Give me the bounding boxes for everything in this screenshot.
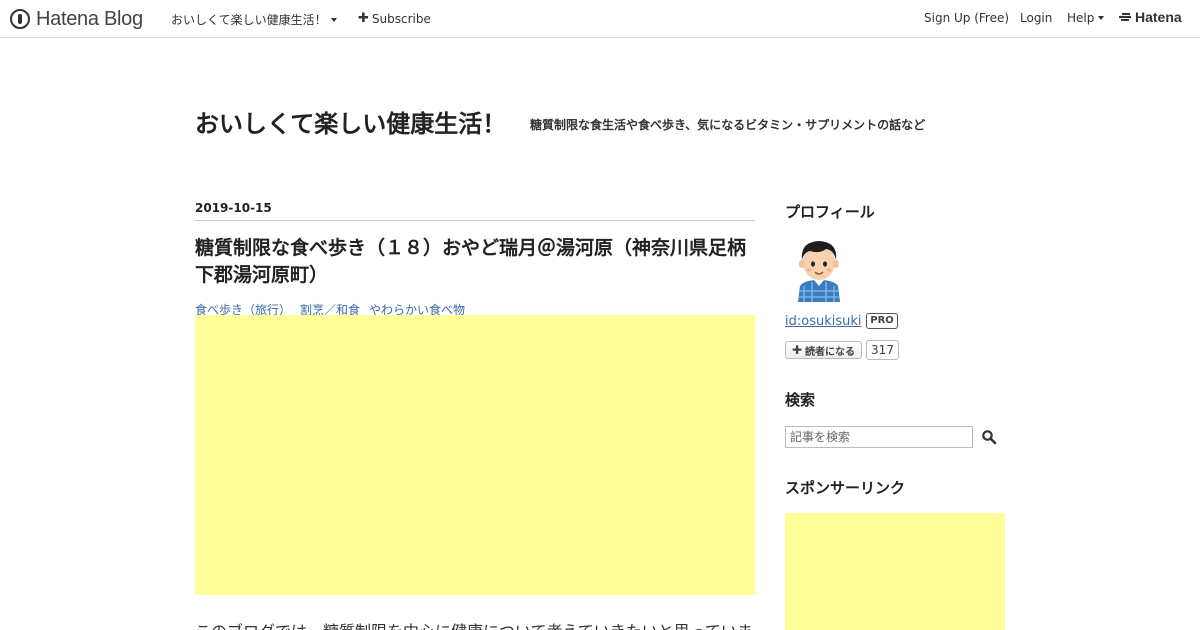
search-icon[interactable] (981, 429, 997, 445)
entry-title[interactable]: 糖質制限な食べ歩き（１８）おやど瑞月＠湯河原（神奈川県足柄下郡湯河原町） (195, 235, 760, 289)
help-label: Help (1067, 11, 1095, 25)
profile-heading: プロフィール (785, 203, 875, 221)
hatena-logo[interactable]: Hatena (1119, 9, 1182, 25)
chevron-down-icon (1098, 16, 1105, 20)
signup-link[interactable]: Sign Up (Free) (924, 11, 1009, 25)
blog-menu-dropdown[interactable]: おいしくて楽しい健康生活！ (171, 11, 337, 28)
date-divider (195, 220, 755, 221)
global-header: Hatena Blog おいしくて楽しい健康生活！ ✚ Subscribe Si… (0, 0, 1200, 38)
search-heading: 検索 (785, 391, 816, 409)
blog-title[interactable]: おいしくて楽しい健康生活！ (195, 104, 506, 139)
blog-menu-label: おいしくて楽しい健康生活！ (171, 13, 327, 27)
hatena-mark-icon (1119, 12, 1131, 22)
plus-icon: ✚ (791, 343, 803, 357)
reader-button-label: 読者になる (805, 346, 856, 358)
hatena-blog-logo[interactable]: Hatena Blog (10, 7, 143, 31)
plus-icon: ✚ (358, 11, 369, 26)
sponsor-heading: スポンサーリンク (785, 479, 906, 497)
logo-text: Hatena Blog (36, 7, 143, 30)
pro-badge: PRO (866, 313, 898, 329)
reader-count: 317 (866, 340, 899, 360)
entry-body-text: このブログでは、糖質制限を中心に健康について考えていきたいと思っていま (195, 618, 765, 630)
login-label: Login (1020, 11, 1053, 25)
help-menu[interactable]: Help (1067, 11, 1105, 25)
signup-label: Sign Up (Free) (924, 11, 1010, 25)
subscribe-button[interactable]: ✚ Subscribe (358, 11, 431, 26)
profile-id-link[interactable]: id:osukisuki (785, 314, 862, 329)
subscribe-label: Subscribe (371, 11, 431, 26)
avatar[interactable] (790, 236, 848, 302)
blog-description: 糖質制限な食生活や食べ歩き、気になるビタミン・サプリメントの話など (530, 118, 926, 132)
search-input[interactable] (785, 426, 973, 448)
hatena-logo-text: Hatena (1135, 9, 1182, 25)
ad-placeholder[interactable] (195, 315, 755, 595)
entry-date[interactable]: 2019-10-15 (195, 201, 272, 215)
chevron-down-icon (330, 17, 337, 22)
hatena-blog-icon (10, 9, 30, 29)
login-link[interactable]: Login (1020, 11, 1052, 25)
subscribe-reader-button[interactable]: ✚ 読者になる (785, 341, 862, 359)
sidebar-ad-placeholder[interactable] (785, 513, 1005, 630)
